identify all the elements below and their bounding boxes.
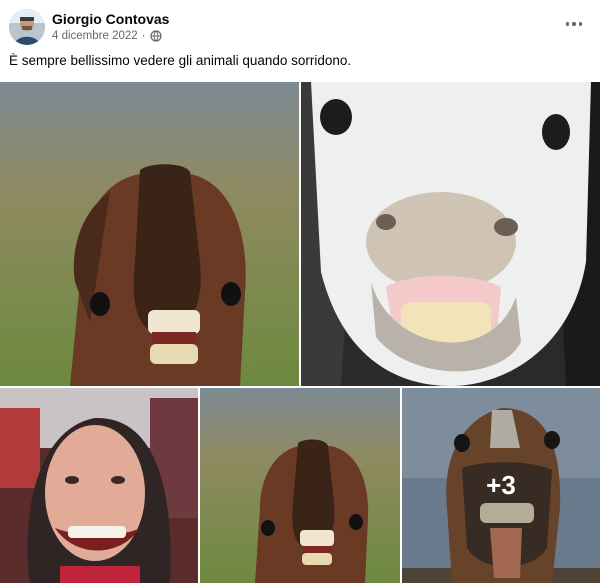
author-avatar[interactable] xyxy=(9,9,45,45)
post-caption: È sempre bellissimo vedere gli animali q… xyxy=(9,53,352,68)
author-name[interactable]: Giorgio Contovas xyxy=(52,11,169,27)
photo-white-horse-smiling[interactable] xyxy=(301,82,600,386)
globe-icon[interactable] xyxy=(149,30,162,42)
photo-horse-teeth-more[interactable]: +3 xyxy=(402,388,600,583)
post-date[interactable]: 4 dicembre 2022 xyxy=(52,30,138,42)
more-options-icon[interactable] xyxy=(562,14,586,34)
facebook-post: Giorgio Contovas 4 dicembre 2022 · È sem… xyxy=(0,0,600,583)
photo-brown-horse-smiling-small[interactable] xyxy=(200,388,400,583)
more-photos-overlay[interactable]: +3 xyxy=(402,388,600,583)
photo-brown-horse-smiling[interactable] xyxy=(0,82,299,386)
photo-woman-smiling[interactable] xyxy=(0,388,198,583)
post-meta: 4 dicembre 2022 · xyxy=(52,30,162,42)
meta-separator: · xyxy=(141,30,146,42)
avatar-image xyxy=(9,9,45,45)
more-photos-count: +3 xyxy=(486,470,516,500)
post-header: Giorgio Contovas 4 dicembre 2022 · xyxy=(0,0,600,52)
